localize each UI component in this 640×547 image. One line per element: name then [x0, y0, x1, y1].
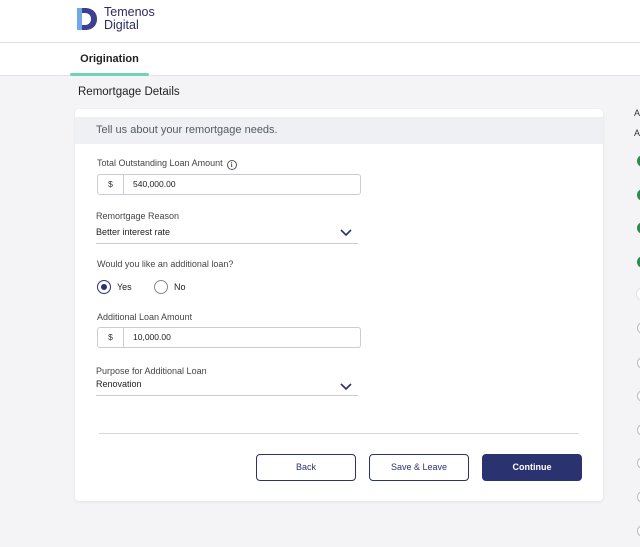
additional-loan-question: Would you like an additional loan? [97, 259, 234, 269]
remortgage-reason-select[interactable]: Better interest rate [96, 225, 358, 244]
currency-prefix: $ [98, 328, 124, 347]
top-bar: Temenos Digital [0, 0, 640, 43]
purpose-value: Renovation [96, 379, 142, 389]
sidebar-subheading: A [634, 128, 640, 138]
tab-origination-label: Origination [80, 53, 139, 65]
card-header-text: Tell us about your remortgage needs. [96, 124, 278, 136]
additional-loan-amount-input[interactable]: $ 10,000.00 [97, 327, 361, 348]
radio-yes-label: Yes [117, 282, 132, 292]
radio-no[interactable]: No [154, 280, 186, 294]
chevron-down-icon [340, 383, 352, 391]
save-and-leave-button[interactable]: Save & Leave [369, 454, 469, 481]
page-title: Remortgage Details [78, 86, 180, 98]
form-card: Tell us about your remortgage needs. Tot… [75, 109, 603, 501]
divider [99, 433, 579, 434]
additional-loan-amount-value[interactable]: 10,000.00 [124, 328, 171, 347]
purpose-label: Purpose for Additional Loan [96, 366, 207, 376]
outstanding-loan-value[interactable]: 540,000.00 [124, 175, 176, 194]
temenos-logo[interactable]: Temenos Digital [74, 4, 155, 34]
continue-button[interactable]: Continue [482, 454, 582, 481]
tab-origination[interactable]: Origination [70, 43, 149, 76]
additional-loan-amount-label: Additional Loan Amount [97, 312, 193, 322]
currency-prefix: $ [98, 175, 124, 194]
radio-yes-circle[interactable] [97, 280, 111, 294]
purpose-select[interactable]: Renovation [96, 377, 358, 396]
brand-name-line2: Digital [104, 18, 139, 32]
step-current-icon [636, 287, 640, 301]
remortgage-reason-label: Remortgage Reason [96, 211, 180, 221]
tab-bar: Origination [0, 43, 640, 76]
radio-no-label: No [174, 282, 186, 292]
radio-yes[interactable]: Yes [97, 280, 132, 294]
outstanding-loan-input[interactable]: $ 540,000.00 [97, 174, 361, 195]
back-button[interactable]: Back [256, 454, 356, 481]
remortgage-reason-value: Better interest rate [96, 227, 171, 237]
sidebar-heading: A [634, 108, 640, 118]
info-icon[interactable]: i [226, 160, 237, 170]
outstanding-loan-label: Total Outstanding Loan Amount i [97, 158, 237, 170]
progress-sidebar: A A [634, 108, 640, 547]
active-tab-indicator [70, 73, 149, 76]
radio-no-circle[interactable] [154, 280, 168, 294]
outstanding-loan-label-text: Total Outstanding Loan Amount [97, 158, 223, 168]
chevron-down-icon [340, 229, 352, 237]
card-header: Tell us about your remortgage needs. [75, 117, 603, 144]
temenos-logo-icon [77, 8, 97, 30]
